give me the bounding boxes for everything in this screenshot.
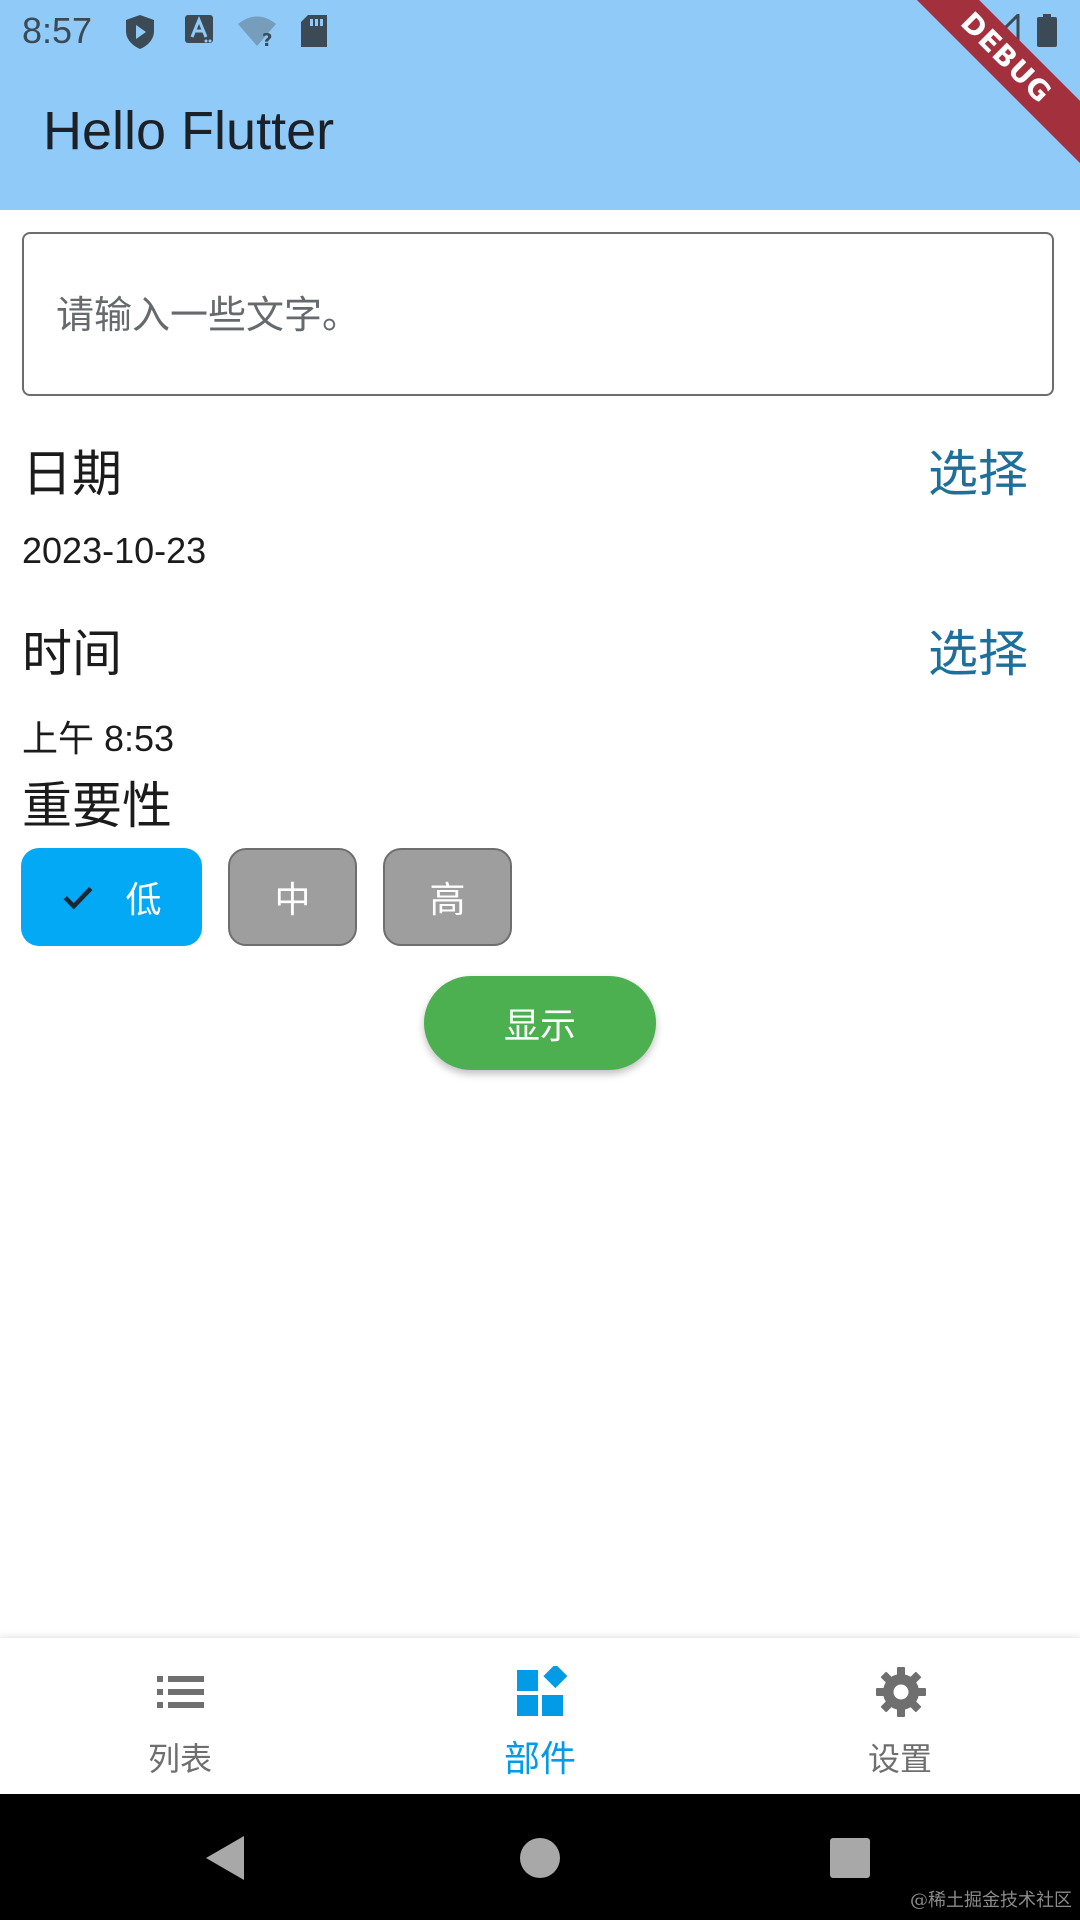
- sd-card-icon: [301, 15, 327, 47]
- settings-gear-icon: [876, 1667, 926, 1717]
- show-button[interactable]: 显示: [424, 976, 656, 1070]
- importance-chip-low[interactable]: 低: [21, 848, 202, 946]
- text-input[interactable]: [54, 234, 1018, 396]
- importance-chip-label: 中: [274, 880, 311, 921]
- nav-item-label: 设置: [867, 1740, 932, 1778]
- debug-banner: DEBUG: [900, 0, 1080, 180]
- system-nav-bar: @稀土掘金技术社区: [0, 1794, 1080, 1920]
- back-triangle-icon[interactable]: [198, 1830, 254, 1886]
- date-label: 日期: [22, 445, 122, 503]
- time-value: 上午 8:53: [22, 718, 175, 759]
- date-select-button[interactable]: 选择: [928, 434, 1028, 506]
- status-time: 8:57: [22, 10, 93, 51]
- nav-item-label: 列表: [147, 1740, 212, 1778]
- list-icon: [157, 1676, 204, 1708]
- text-input-box[interactable]: [22, 232, 1054, 396]
- watermark: @稀土掘金技术社区: [910, 1890, 1072, 1911]
- wifi-question-icon: ?: [238, 16, 276, 48]
- importance-chip-high[interactable]: 高: [383, 848, 512, 946]
- importance-label: 重要性: [22, 777, 172, 835]
- app-title: Hello Flutter: [43, 101, 335, 161]
- debug-banner-label: DEBUG: [900, 0, 1080, 166]
- time-select-button[interactable]: 选择: [928, 614, 1028, 686]
- home-circle-icon[interactable]: [512, 1830, 568, 1886]
- font-a-icon: [185, 15, 213, 43]
- recents-square-icon[interactable]: [822, 1830, 878, 1886]
- check-icon: [64, 886, 93, 910]
- app-screen: 8:57 ? Hello Flutter DEBUG 请输入一些文字。 日期 选…: [0, 0, 1080, 1920]
- widgets-icon: [517, 1666, 567, 1716]
- date-value: 2023-10-23: [22, 530, 207, 571]
- importance-chip-label: 高: [429, 880, 466, 921]
- importance-chip-label: 低: [125, 880, 162, 921]
- nav-item-list[interactable]: 列表: [0, 1638, 360, 1794]
- bottom-nav: 列表 部件 设置: [0, 1638, 1080, 1794]
- svg-text:?: ?: [262, 30, 272, 48]
- time-label: 时间: [22, 625, 122, 683]
- importance-chip-medium[interactable]: 中: [228, 848, 357, 946]
- nav-item-widgets[interactable]: 部件: [360, 1638, 720, 1794]
- play-protect-icon: [126, 15, 154, 49]
- nav-item-label: 部件: [503, 1739, 576, 1780]
- nav-item-settings[interactable]: 设置: [720, 1638, 1080, 1794]
